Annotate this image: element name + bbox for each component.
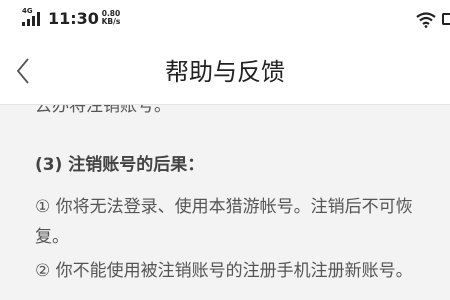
section-heading: (3) 注销账号的后果： bbox=[35, 155, 205, 175]
consequence-item-2: ② 你不能使用被注销账号的注册手机注册新账号。 bbox=[35, 261, 413, 281]
battery-icon bbox=[442, 13, 450, 25]
article-content: 去办将注销账号。 (3) 注销账号的后果： ① 你将无法登录、使用本猎游帐号。注… bbox=[0, 105, 450, 300]
clock: 11:30 bbox=[48, 9, 99, 28]
consequence-item-1: ① 你将无法登录、使用本猎游帐号。注销后不可恢复。 bbox=[35, 197, 413, 247]
wifi-icon bbox=[416, 12, 436, 28]
header: 帮助与反馈 bbox=[0, 38, 450, 105]
signal-strength-icon bbox=[22, 12, 40, 26]
network-speed: 0.80 KB/s bbox=[99, 10, 123, 26]
partial-text-line: 去办将注销账号。 bbox=[35, 105, 171, 116]
network-speed-unit: KB/s bbox=[101, 17, 121, 26]
page-title: 帮助与反馈 bbox=[165, 58, 285, 86]
status-bar: 4G 11:30 0.80 KB/s bbox=[0, 0, 450, 38]
